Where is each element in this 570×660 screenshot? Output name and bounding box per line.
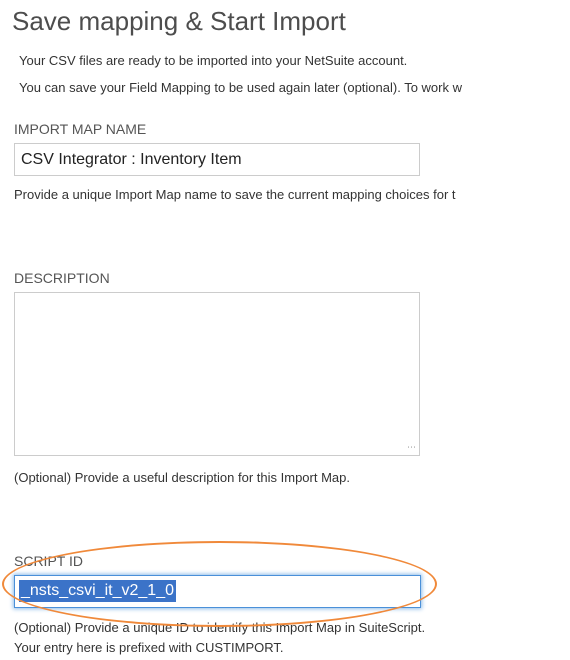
intro-text-ready: Your CSV files are ready to be imported … [19,53,408,68]
import-map-name-input[interactable] [14,143,420,176]
script-id-selected-text: _nsts_csvi_it_v2_1_0 [19,580,176,602]
script-id-label: SCRIPT ID [14,553,83,569]
save-mapping-page: Save mapping & Start Import Your CSV fil… [0,0,570,660]
import-map-name-label: IMPORT MAP NAME [14,121,147,137]
script-id-input[interactable]: _nsts_csvi_it_v2_1_0 [14,575,421,608]
resize-grip-icon[interactable]: ⋯ [407,442,417,452]
script-id-help: (Optional) Provide a unique ID to identi… [14,620,426,635]
script-id-prefix-note: Your entry here is prefixed with CUSTIMP… [14,640,284,655]
description-help: (Optional) Provide a useful description … [14,470,350,485]
intro-text-save-mapping: You can save your Field Mapping to be us… [19,80,462,95]
page-title: Save mapping & Start Import [12,6,346,36]
description-textarea[interactable] [14,292,420,456]
description-label: DESCRIPTION [14,270,110,286]
import-map-name-help: Provide a unique Import Map name to save… [14,187,456,202]
